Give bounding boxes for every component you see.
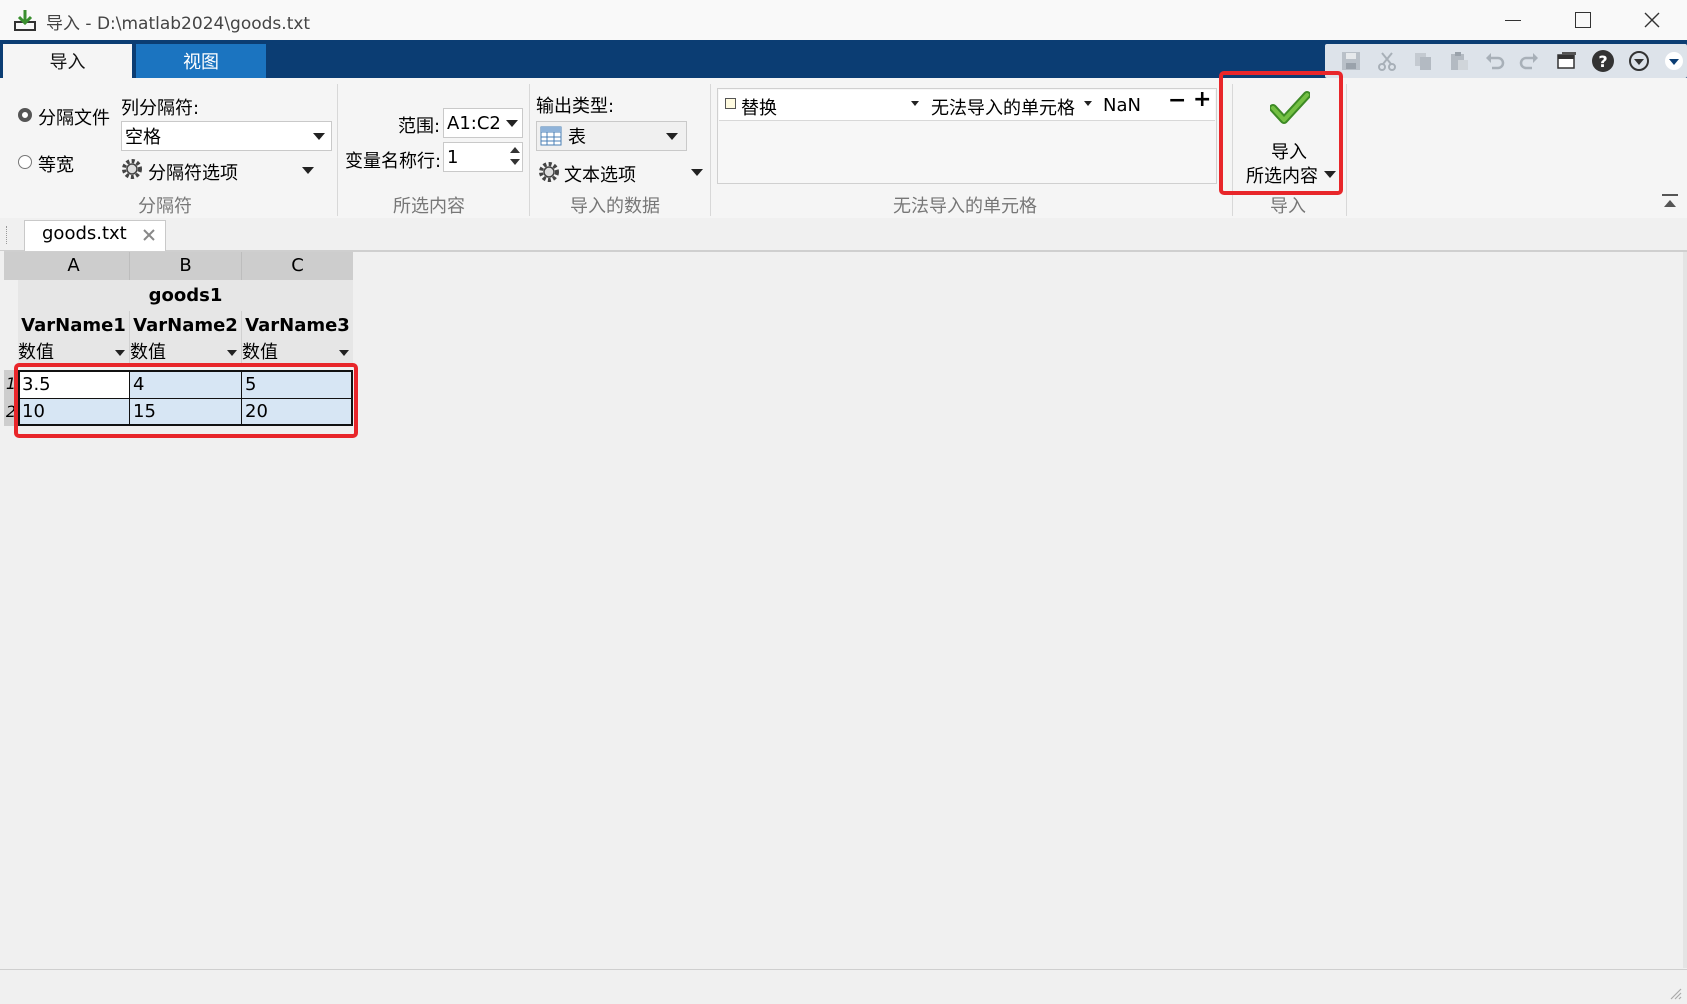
minimize-button[interactable] bbox=[1478, 0, 1548, 40]
varname-row-stepper[interactable] bbox=[507, 143, 522, 171]
var-type-3-value: 数值 bbox=[242, 342, 278, 363]
var-type-1[interactable]: 数值 bbox=[18, 341, 130, 364]
window-icon[interactable] bbox=[1554, 48, 1580, 74]
rule-action-chevron-icon[interactable] bbox=[911, 101, 919, 106]
range-chevron-icon bbox=[506, 120, 518, 127]
tab-view[interactable]: 视图 bbox=[136, 44, 266, 78]
resize-grip-icon[interactable] bbox=[1668, 985, 1682, 1000]
text-options-button[interactable]: 文本选项 bbox=[564, 161, 636, 187]
group-label-imported-data: 导入的数据 bbox=[570, 196, 660, 217]
close-tab-icon[interactable] bbox=[142, 227, 156, 241]
output-type-select[interactable]: 表 bbox=[536, 121, 687, 151]
output-type-chevron-icon bbox=[666, 133, 678, 140]
column-header-b[interactable]: B bbox=[130, 252, 242, 280]
var-type-3[interactable]: 数值 bbox=[242, 341, 353, 364]
step-down-icon[interactable] bbox=[509, 159, 520, 165]
column-delimiter-select[interactable]: 空格 bbox=[121, 121, 332, 151]
var-type-2-value: 数值 bbox=[130, 342, 166, 363]
redo-icon[interactable] bbox=[1516, 48, 1542, 74]
delimiter-options-chevron-icon[interactable] bbox=[302, 167, 314, 174]
close-button[interactable] bbox=[1617, 0, 1687, 40]
maximize-button[interactable] bbox=[1548, 0, 1618, 40]
minimize-icon bbox=[1505, 19, 1521, 21]
step-up-icon[interactable] bbox=[509, 147, 520, 153]
varname-row-value: 1 bbox=[447, 146, 459, 168]
radio-delimited[interactable] bbox=[18, 108, 32, 122]
radio-delimited-label: 分隔文件 bbox=[38, 108, 110, 129]
status-bar bbox=[0, 969, 1687, 1004]
text-options-gear-icon bbox=[538, 161, 560, 183]
group-label-selection: 所选内容 bbox=[393, 196, 465, 217]
group-label-unimportable: 无法导入的单元格 bbox=[893, 196, 1037, 217]
rule-checkbox[interactable] bbox=[725, 98, 736, 109]
remove-rule-button[interactable]: − bbox=[1168, 88, 1186, 113]
document-tab-label: goods.txt bbox=[42, 223, 127, 244]
close-icon bbox=[1644, 12, 1660, 28]
group-divider bbox=[529, 84, 530, 216]
range-input[interactable]: A1:C2 bbox=[443, 108, 523, 138]
radio-fixed-width[interactable] bbox=[18, 155, 32, 169]
tab-grip bbox=[6, 226, 9, 244]
maximize-icon bbox=[1575, 12, 1591, 28]
var-type-1-value: 数值 bbox=[18, 342, 54, 363]
sheet-corner bbox=[4, 252, 18, 280]
collapse-ribbon-icon[interactable] bbox=[1663, 48, 1685, 74]
output-type-label: 输出类型: bbox=[536, 96, 615, 117]
gear-icon bbox=[121, 158, 143, 180]
var-name-3[interactable]: VarName3 bbox=[242, 311, 353, 341]
rule-action-value: 替换 bbox=[741, 98, 777, 119]
range-value: A1:C2 bbox=[447, 112, 501, 134]
rule-target-chevron-icon[interactable] bbox=[1084, 101, 1092, 106]
vertical-scrollbar[interactable] bbox=[1683, 252, 1687, 968]
var-name-2[interactable]: VarName2 bbox=[130, 311, 242, 341]
column-header-a[interactable]: A bbox=[18, 252, 130, 280]
import-app-icon bbox=[12, 8, 38, 32]
var-type-2[interactable]: 数值 bbox=[130, 341, 242, 364]
group-divider bbox=[337, 84, 338, 216]
var-name-1[interactable]: VarName1 bbox=[18, 311, 130, 341]
copy-icon[interactable] bbox=[1410, 48, 1436, 74]
minimize-ribbon-icon[interactable] bbox=[1661, 192, 1679, 210]
help-icon[interactable]: ? bbox=[1590, 48, 1616, 74]
range-label: 范围: bbox=[398, 116, 441, 137]
radio-fixed-width-label: 等宽 bbox=[38, 155, 74, 176]
delimiter-options-button[interactable]: 分隔符选项 bbox=[148, 159, 238, 185]
chevron-down-icon bbox=[313, 133, 325, 140]
cut-icon[interactable] bbox=[1374, 48, 1400, 74]
group-label-delimiter: 分隔符 bbox=[138, 196, 192, 217]
var-type-3-chevron-icon bbox=[339, 350, 349, 356]
undo-icon[interactable] bbox=[1482, 48, 1508, 74]
group-divider bbox=[710, 84, 711, 216]
svg-text:?: ? bbox=[1598, 52, 1607, 71]
tab-import[interactable]: 导入 bbox=[3, 44, 132, 78]
save-icon[interactable] bbox=[1338, 48, 1364, 74]
document-tab-strip bbox=[0, 218, 1687, 251]
column-delimiter-value: 空格 bbox=[125, 127, 161, 148]
var-type-2-chevron-icon bbox=[227, 350, 237, 356]
paste-icon[interactable] bbox=[1446, 48, 1472, 74]
rule-value: NaN bbox=[1103, 94, 1141, 116]
table-icon bbox=[540, 126, 562, 146]
table-name[interactable]: goods1 bbox=[18, 280, 353, 311]
output-type-value: 表 bbox=[568, 127, 586, 148]
rule-target-value[interactable]: 无法导入的单元格 bbox=[931, 94, 1075, 120]
qat-dropdown-icon[interactable] bbox=[1626, 48, 1652, 74]
column-header-c[interactable]: C bbox=[242, 252, 353, 280]
column-delimiter-label: 列分隔符: bbox=[121, 98, 200, 119]
rule-value-input[interactable]: NaN bbox=[1100, 91, 1162, 119]
var-type-1-chevron-icon bbox=[115, 350, 125, 356]
window-title: 导入 - D:\matlab2024\goods.txt bbox=[46, 14, 311, 34]
add-rule-button[interactable]: + bbox=[1193, 87, 1211, 112]
group-divider bbox=[1346, 84, 1347, 216]
highlight-import-button bbox=[1219, 71, 1343, 195]
highlight-data-range bbox=[14, 363, 358, 438]
text-options-chevron-icon[interactable] bbox=[691, 169, 703, 176]
varname-row-label: 变量名称行: bbox=[345, 151, 442, 172]
group-label-import: 导入 bbox=[1270, 196, 1306, 217]
